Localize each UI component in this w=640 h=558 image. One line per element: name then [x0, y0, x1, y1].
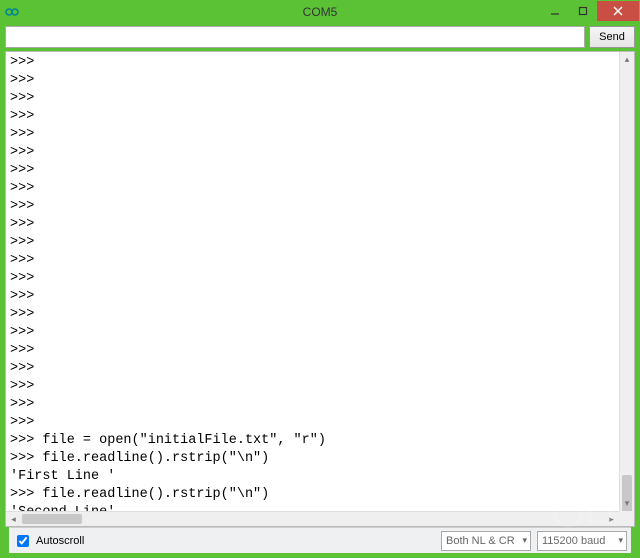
line-ending-select[interactable]: Both NL & CR	[441, 531, 531, 551]
scroll-down-icon[interactable]: ▾	[620, 496, 634, 511]
scroll-up-icon[interactable]: ▴	[620, 52, 634, 67]
scroll-right-icon[interactable]: ▸	[604, 512, 619, 527]
line-ending-value: Both NL & CR	[446, 535, 515, 547]
autoscroll-label: Autoscroll	[36, 535, 84, 547]
baud-rate-value: 115200 baud	[542, 535, 605, 547]
scroll-left-icon[interactable]: ◂	[6, 512, 21, 527]
autoscroll-input[interactable]	[17, 535, 29, 547]
titlebar: COM5	[1, 1, 639, 23]
baud-rate-select[interactable]: 115200 baud	[537, 531, 627, 551]
horizontal-scrollbar[interactable]: ◂ ▸	[6, 511, 619, 526]
input-row: Send	[1, 23, 639, 51]
minimize-button[interactable]	[541, 1, 569, 21]
console-box: >>> >>> >>> >>> >>> >>> >>> >>> >>> >>> …	[5, 51, 635, 527]
console-wrap: >>> >>> >>> >>> >>> >>> >>> >>> >>> >>> …	[1, 51, 639, 557]
horizontal-scroll-thumb[interactable]	[22, 514, 82, 524]
autoscroll-checkbox[interactable]: Autoscroll	[13, 532, 84, 550]
maximize-button[interactable]	[569, 1, 597, 21]
vertical-scrollbar[interactable]: ▴ ▾	[619, 52, 634, 511]
close-button[interactable]	[597, 1, 639, 21]
serial-monitor-window: COM5 Send >>> >>> >>> >>> >>> >>> >>> >>…	[0, 0, 640, 558]
arduino-icon	[5, 5, 19, 19]
window-controls	[541, 1, 639, 23]
serial-input[interactable]	[5, 26, 585, 48]
send-button[interactable]: Send	[589, 26, 635, 48]
bottom-bar: Autoscroll Both NL & CR 115200 baud	[9, 527, 631, 553]
console-output: >>> >>> >>> >>> >>> >>> >>> >>> >>> >>> …	[6, 52, 619, 511]
scrollbar-corner	[619, 511, 634, 526]
